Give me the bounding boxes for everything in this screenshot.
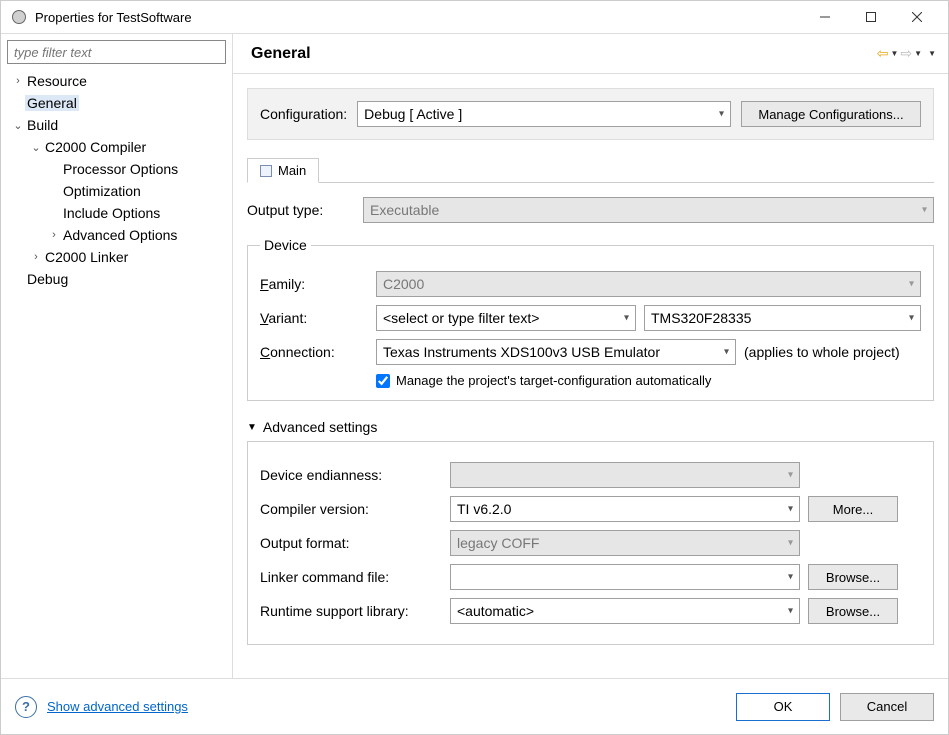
- tree-item-label: Processor Options: [61, 161, 180, 177]
- tab-main[interactable]: Main: [247, 158, 319, 183]
- window-title: Properties for TestSoftware: [35, 10, 802, 25]
- tree-item[interactable]: Processor Options: [7, 158, 226, 180]
- minimize-button[interactable]: [802, 2, 848, 32]
- tree-twisty-icon: ›: [11, 75, 25, 87]
- configuration-value: Debug [ Active ]: [364, 106, 462, 122]
- tree-twisty-icon: ›: [47, 229, 61, 241]
- show-advanced-settings-link[interactable]: Show advanced settings: [47, 699, 188, 714]
- compiler-version-label: Compiler version:: [260, 501, 442, 517]
- advanced-settings-label: Advanced settings: [263, 419, 377, 435]
- connection-combo[interactable]: Texas Instruments XDS100v3 USB Emulator: [376, 339, 736, 365]
- titlebar: Properties for TestSoftware: [1, 1, 948, 33]
- runtime-lib-combo[interactable]: <automatic>: [450, 598, 800, 624]
- variant-filter-combo[interactable]: <select or type filter text>: [376, 305, 636, 331]
- family-label: Family:: [260, 276, 368, 292]
- tree-item-label: Advanced Options: [61, 227, 179, 243]
- configuration-combo[interactable]: Debug [ Active ]: [357, 101, 731, 127]
- tree-item[interactable]: ⌄Build: [7, 114, 226, 136]
- variant-value: TMS320F28335: [651, 310, 751, 326]
- linker-cmd-combo[interactable]: [450, 564, 800, 590]
- ok-button[interactable]: OK: [736, 693, 830, 721]
- cancel-button[interactable]: Cancel: [840, 693, 934, 721]
- tree-item-label: Include Options: [61, 205, 162, 221]
- tree-twisty-icon: ›: [29, 251, 43, 263]
- family-combo[interactable]: C2000: [376, 271, 921, 297]
- config-bar: Configuration: Debug [ Active ] Manage C…: [247, 88, 934, 140]
- tree-item-label: C2000 Compiler: [43, 139, 148, 155]
- tree-item[interactable]: General: [7, 92, 226, 114]
- compiler-version-value: TI v6.2.0: [457, 501, 511, 517]
- tree-item-label: Optimization: [61, 183, 143, 199]
- tab-main-label: Main: [278, 163, 306, 178]
- connection-value: Texas Instruments XDS100v3 USB Emulator: [383, 344, 660, 360]
- output-format-value: legacy COFF: [457, 535, 539, 551]
- tree-item[interactable]: Debug: [7, 268, 226, 290]
- tree-twisty-icon: ⌄: [29, 141, 43, 154]
- tab-strip: Main: [247, 158, 934, 183]
- advanced-settings-box: Device endianness: Compiler version: TI …: [247, 441, 934, 645]
- forward-icon[interactable]: ⇨: [900, 45, 912, 62]
- output-type-combo[interactable]: Executable: [363, 197, 934, 223]
- runtime-lib-label: Runtime support library:: [260, 603, 442, 619]
- chevron-down-icon: ▼: [247, 422, 257, 433]
- tree-item-label: Build: [25, 117, 60, 133]
- endianness-combo[interactable]: [450, 462, 800, 488]
- back-icon[interactable]: ⇦: [877, 45, 889, 62]
- nav-icons: ⇦ ▼ ⇨ ▼ ▼: [877, 45, 936, 62]
- tree-item[interactable]: Optimization: [7, 180, 226, 202]
- manage-target-config-label: Manage the project's target-configuratio…: [396, 373, 711, 388]
- app-icon: [11, 9, 27, 25]
- manage-target-config-checkbox[interactable]: [376, 374, 390, 388]
- footer: ? Show advanced settings OK Cancel: [1, 678, 948, 734]
- tree-item-label: Debug: [25, 271, 70, 287]
- more-button[interactable]: More...: [808, 496, 898, 522]
- linker-cmd-label: Linker command file:: [260, 569, 442, 585]
- page-title: General: [251, 45, 877, 63]
- tree-item[interactable]: ›Resource: [7, 70, 226, 92]
- tree-item-label: General: [25, 95, 79, 111]
- browse-runtime-button[interactable]: Browse...: [808, 598, 898, 624]
- close-button[interactable]: [894, 2, 940, 32]
- main-header: General ⇦ ▼ ⇨ ▼ ▼: [233, 34, 948, 74]
- output-type-value: Executable: [370, 202, 439, 218]
- output-format-label: Output format:: [260, 535, 442, 551]
- tree: ›ResourceGeneral⌄Build⌄C2000 CompilerPro…: [7, 70, 226, 290]
- compiler-version-combo[interactable]: TI v6.2.0: [450, 496, 800, 522]
- variant-label: Variant:: [260, 310, 368, 326]
- family-value: C2000: [383, 276, 424, 292]
- output-type-label: Output type:: [247, 202, 355, 218]
- connection-note: (applies to whole project): [744, 344, 900, 360]
- window-controls: [802, 2, 940, 32]
- advanced-settings-toggle[interactable]: ▼ Advanced settings: [247, 419, 934, 435]
- variant-combo[interactable]: TMS320F28335: [644, 305, 921, 331]
- device-legend: Device: [260, 237, 311, 253]
- filter-input[interactable]: [7, 40, 226, 64]
- tab-main-icon: [260, 165, 272, 177]
- back-menu-icon[interactable]: ▼: [891, 49, 899, 58]
- forward-menu-icon[interactable]: ▼: [914, 49, 922, 58]
- view-menu-icon[interactable]: ▼: [928, 49, 936, 58]
- tree-item[interactable]: ›C2000 Linker: [7, 246, 226, 268]
- tree-item-label: Resource: [25, 73, 89, 89]
- manage-configurations-button[interactable]: Manage Configurations...: [741, 101, 921, 127]
- connection-label: Connection:: [260, 344, 368, 360]
- browse-linker-button[interactable]: Browse...: [808, 564, 898, 590]
- main-panel: General ⇦ ▼ ⇨ ▼ ▼ Configuration: Debug […: [233, 34, 948, 678]
- maximize-button[interactable]: [848, 2, 894, 32]
- tree-item[interactable]: ⌄C2000 Compiler: [7, 136, 226, 158]
- device-group: Device Family: C2000 Variant: <select or…: [247, 237, 934, 401]
- endianness-label: Device endianness:: [260, 467, 442, 483]
- runtime-lib-value: <automatic>: [457, 603, 534, 619]
- tree-twisty-icon: ⌄: [11, 119, 25, 132]
- tree-item-label: C2000 Linker: [43, 249, 130, 265]
- help-icon[interactable]: ?: [15, 696, 37, 718]
- tree-item[interactable]: Include Options: [7, 202, 226, 224]
- sidebar: ›ResourceGeneral⌄Build⌄C2000 CompilerPro…: [1, 34, 233, 678]
- configuration-label: Configuration:: [260, 106, 347, 122]
- variant-filter-value: <select or type filter text>: [383, 310, 539, 326]
- tree-item[interactable]: ›Advanced Options: [7, 224, 226, 246]
- output-format-combo[interactable]: legacy COFF: [450, 530, 800, 556]
